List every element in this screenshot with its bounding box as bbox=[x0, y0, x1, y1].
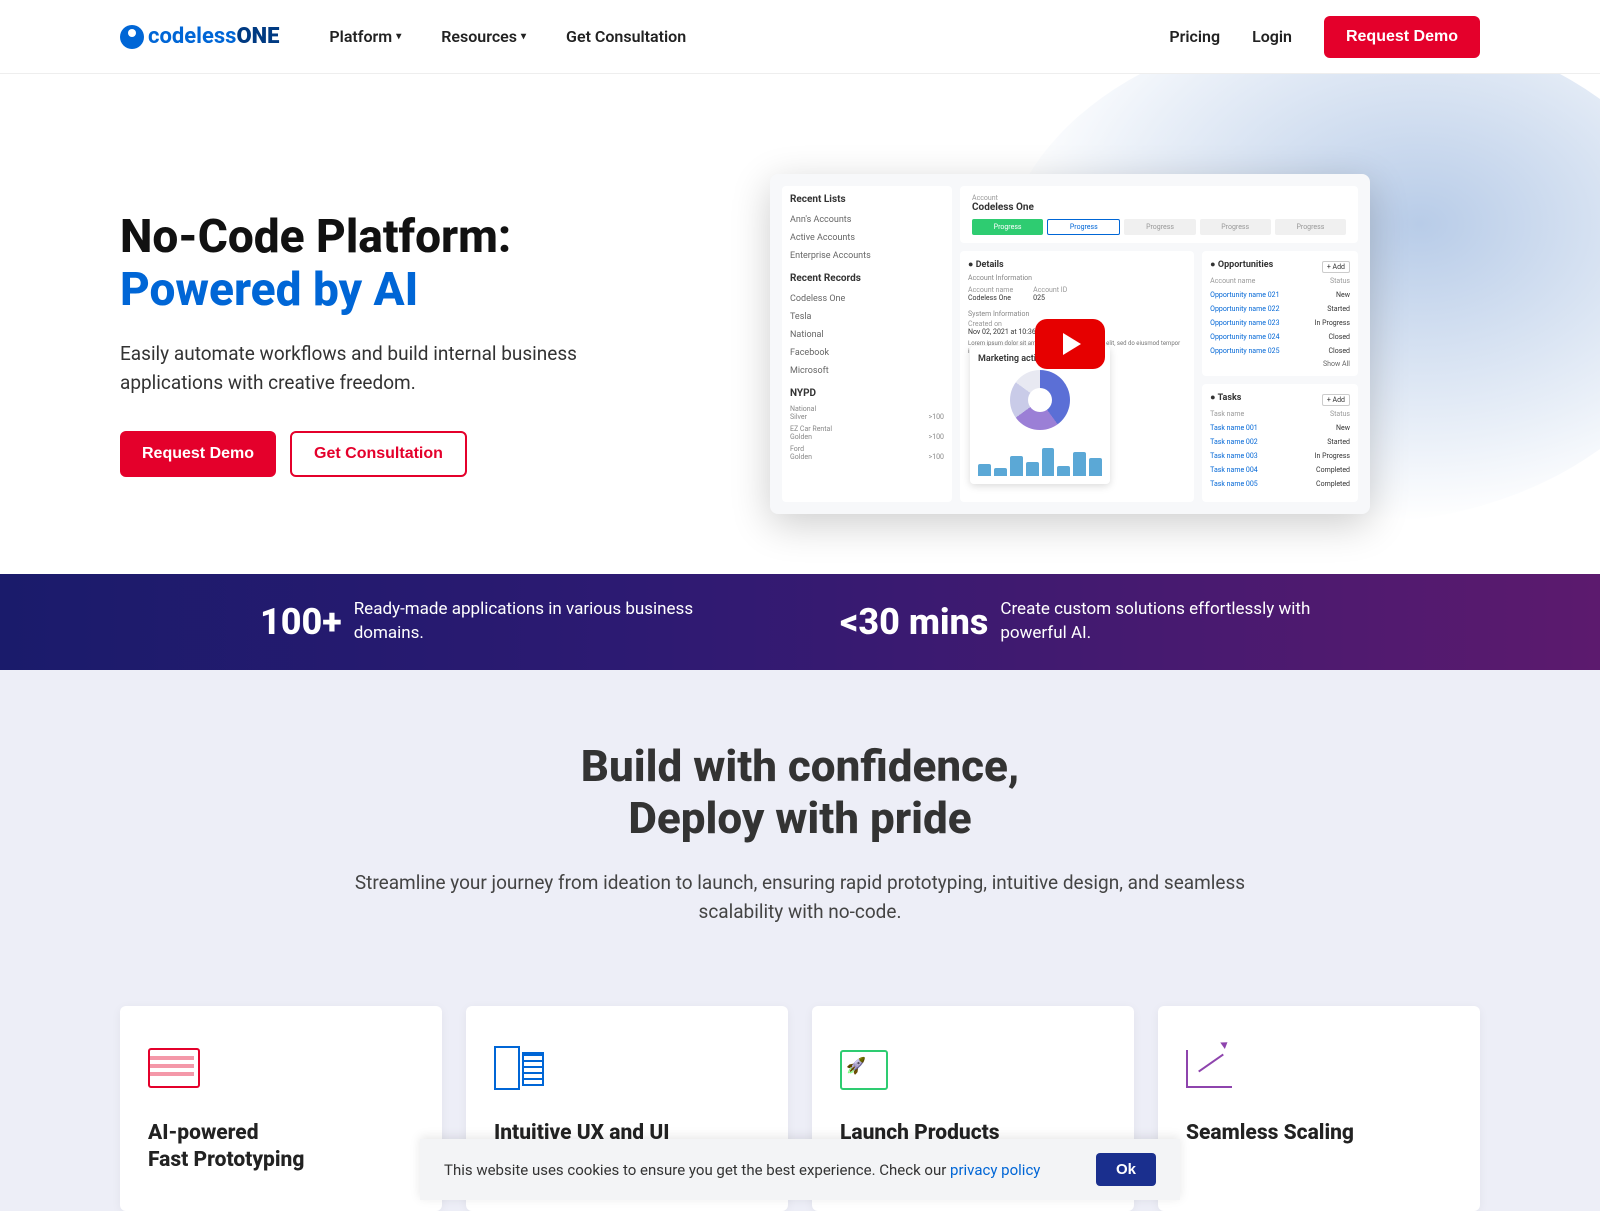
hero-content: No-Code Platform: Powered by AI Easily a… bbox=[120, 211, 660, 478]
video-row: ● Details Account Information Account na… bbox=[960, 251, 1358, 502]
cookie-message: This website uses cookies to ensure you … bbox=[444, 1161, 950, 1179]
stat-1: 100+ Ready-made applications in various … bbox=[260, 598, 760, 646]
sidebar-lists-header: Recent Lists bbox=[790, 194, 944, 205]
stat-number: 100+ bbox=[260, 601, 342, 643]
nav-label: Platform bbox=[329, 27, 392, 46]
hero-section: No-Code Platform: Powered by AI Easily a… bbox=[0, 74, 1600, 574]
hero-title-line2: Powered by AI bbox=[120, 264, 660, 317]
sidebar-item: Codeless One bbox=[790, 290, 944, 308]
play-icon bbox=[1063, 333, 1081, 355]
privacy-policy-link[interactable]: privacy policy bbox=[950, 1161, 1040, 1179]
build-title-line2: Deploy with pride bbox=[628, 792, 971, 844]
hero-title-line1: No-Code Platform: bbox=[120, 210, 511, 264]
cookie-banner: This website uses cookies to ensure you … bbox=[420, 1139, 1180, 1200]
prototyping-icon bbox=[148, 1042, 198, 1092]
header-right: Pricing Login Request Demo bbox=[1169, 16, 1480, 58]
sidebar-item: Tesla bbox=[790, 308, 944, 326]
header: codelessONE Platform ▾ Resources ▾ Get Con… bbox=[0, 0, 1600, 74]
build-title: Build with confidence, Deploy with pride bbox=[120, 740, 1480, 846]
hero-subtitle: Easily automate workflows and build inte… bbox=[120, 340, 620, 397]
hero-media: Recent Lists Ann's Accounts Active Accou… bbox=[660, 174, 1480, 514]
sidebar-item: Active Accounts bbox=[790, 229, 944, 247]
chevron-down-icon: ▾ bbox=[396, 31, 401, 42]
nav-platform[interactable]: Platform ▾ bbox=[329, 27, 401, 46]
login-link[interactable]: Login bbox=[1252, 27, 1292, 46]
video-sidebar: Recent Lists Ann's Accounts Active Accou… bbox=[782, 186, 952, 502]
sidebar-item: Enterprise Accounts bbox=[790, 247, 944, 265]
cookie-text: This website uses cookies to ensure you … bbox=[444, 1161, 1040, 1179]
feature-card-prototyping[interactable]: AI-poweredFast Prototyping bbox=[120, 1006, 442, 1211]
feature-card-scaling[interactable]: Seamless Scaling bbox=[1158, 1006, 1480, 1211]
add-button: + Add bbox=[1322, 394, 1350, 406]
acct-info-label: Account Information bbox=[968, 274, 1186, 282]
show-all: Show All bbox=[1210, 360, 1350, 368]
sidebar-records-header: Recent Records bbox=[790, 273, 944, 284]
mini-row: National bbox=[790, 405, 944, 413]
video-right-col: ● Opportunities+ Add Account nameStatus … bbox=[1202, 251, 1358, 502]
tasks-card: ● Tasks+ Add Task nameStatus Task name 0… bbox=[1202, 384, 1358, 502]
opportunities-card: ● Opportunities+ Add Account nameStatus … bbox=[1202, 251, 1358, 376]
chevron-down-icon: ▾ bbox=[521, 31, 526, 42]
hero-consultation-button[interactable]: Get Consultation bbox=[290, 431, 467, 477]
cookie-ok-button[interactable]: Ok bbox=[1096, 1153, 1156, 1186]
video-account-name: Codeless One bbox=[972, 202, 1346, 213]
sidebar-item: Facebook bbox=[790, 344, 944, 362]
sidebar-item: Microsoft bbox=[790, 362, 944, 380]
mini-row: Ford bbox=[790, 445, 944, 453]
progress-step: Progress bbox=[972, 219, 1043, 235]
stat-2: <30 mins Create custom solutions effortl… bbox=[840, 598, 1340, 646]
logo-icon bbox=[120, 25, 144, 49]
video-thumbnail[interactable]: Recent Lists Ann's Accounts Active Accou… bbox=[770, 174, 1370, 514]
build-section: Build with confidence, Deploy with pride… bbox=[0, 670, 1600, 1211]
mini-row: EZ Car Rental bbox=[790, 425, 944, 433]
launch-icon bbox=[840, 1042, 890, 1092]
hero-title: No-Code Platform: Powered by AI bbox=[120, 211, 660, 317]
nav-resources[interactable]: Resources ▾ bbox=[441, 27, 526, 46]
logo-text-2: ONE bbox=[236, 24, 279, 49]
video-details-card: ● Details Account Information Account na… bbox=[960, 251, 1194, 502]
hero-demo-button[interactable]: Request Demo bbox=[120, 431, 276, 477]
feature-title: Seamless Scaling bbox=[1186, 1120, 1452, 1147]
progress-step: Progress bbox=[1275, 219, 1346, 235]
video-main: Account Codeless One Progress Progress P… bbox=[960, 186, 1358, 502]
donut-chart-icon bbox=[1010, 370, 1070, 430]
feature-title: AI-poweredFast Prototyping bbox=[148, 1120, 414, 1175]
logo-text-1: codeless bbox=[148, 24, 236, 49]
sidebar-item: Ann's Accounts bbox=[790, 211, 944, 229]
build-subtitle: Streamline your journey from ideation to… bbox=[350, 869, 1250, 926]
stats-band: 100+ Ready-made applications in various … bbox=[0, 574, 1600, 670]
nav-consultation[interactable]: Get Consultation bbox=[566, 27, 686, 46]
video-breadcrumb-card: Account Codeless One Progress Progress P… bbox=[960, 186, 1358, 243]
build-title-line1: Build with confidence, bbox=[581, 740, 1020, 792]
sidebar-mini-table: National Silver>100 EZ Car Rental Golden… bbox=[790, 405, 944, 461]
add-button: + Add bbox=[1322, 261, 1350, 273]
hero-buttons: Request Demo Get Consultation bbox=[120, 431, 660, 477]
sidebar-table-header: NYPD bbox=[790, 388, 944, 399]
stat-text: Create custom solutions effortlessly wit… bbox=[1000, 598, 1340, 646]
progress-step: Progress bbox=[1047, 219, 1120, 235]
nav-label: Get Consultation bbox=[566, 27, 686, 46]
nav-label: Resources bbox=[441, 27, 517, 46]
nav: Platform ▾ Resources ▾ Get Consultation bbox=[329, 27, 686, 46]
bar-chart-icon bbox=[978, 436, 1102, 476]
progress-step: Progress bbox=[1124, 219, 1195, 235]
stat-number: <30 mins bbox=[840, 601, 988, 643]
stat-text: Ready-made applications in various busin… bbox=[354, 598, 760, 646]
sys-info-label: System Information bbox=[968, 310, 1186, 318]
design-icon bbox=[494, 1042, 544, 1092]
sidebar-item: National bbox=[790, 326, 944, 344]
logo[interactable]: codelessONE bbox=[120, 24, 279, 49]
scaling-icon bbox=[1186, 1042, 1236, 1092]
progress-step: Progress bbox=[1200, 219, 1271, 235]
video-breadcrumb: Account bbox=[972, 194, 1346, 202]
pricing-link[interactable]: Pricing bbox=[1169, 27, 1220, 46]
play-button[interactable] bbox=[1035, 319, 1105, 369]
video-progress: Progress Progress Progress Progress Prog… bbox=[972, 219, 1346, 235]
request-demo-button[interactable]: Request Demo bbox=[1324, 16, 1480, 58]
